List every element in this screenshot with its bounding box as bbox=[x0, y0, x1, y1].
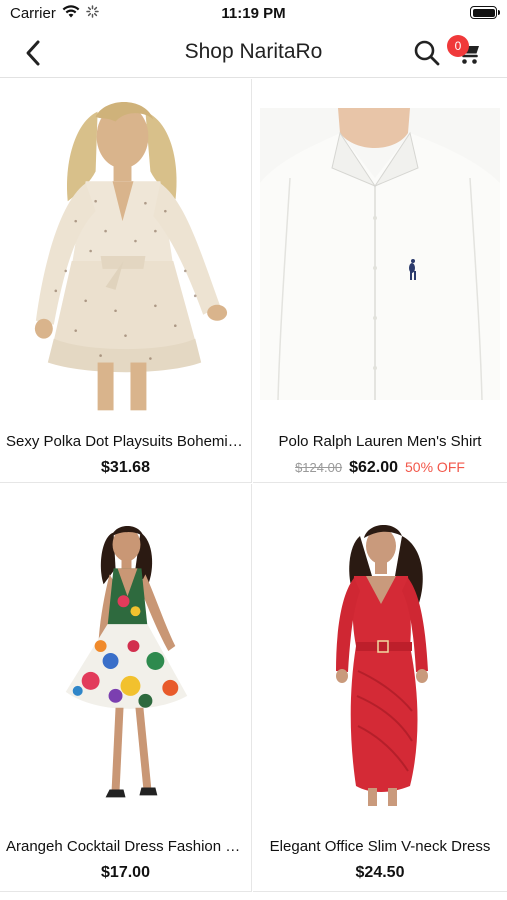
product-image bbox=[6, 87, 245, 415]
status-time: 11:19 PM bbox=[221, 5, 286, 22]
price-row: $24.50 bbox=[253, 864, 507, 882]
product-image bbox=[259, 87, 501, 415]
battery-icon bbox=[470, 6, 500, 19]
product-grid: Sexy Polka Dot Playsuits Bohemia... $31.… bbox=[0, 79, 507, 900]
product-price: $17.00 bbox=[101, 864, 150, 881]
price-row: $17.00 bbox=[0, 864, 251, 882]
cart-button[interactable]: 0 bbox=[447, 35, 485, 69]
product-card[interactable]: Sexy Polka Dot Playsuits Bohemia... $31.… bbox=[0, 79, 252, 483]
product-price: $24.50 bbox=[355, 864, 405, 881]
product-image bbox=[259, 492, 501, 820]
navigation-bar: Shop NaritaRo 0 bbox=[0, 28, 507, 78]
price-row: $124.00 $62.00 50% OFF bbox=[253, 459, 507, 477]
product-card[interactable]: Elegant Office Slim V-neck Dress $24.50 bbox=[253, 484, 507, 892]
status-bar: Carrier 11:19 PM bbox=[0, 0, 507, 28]
product-name: Elegant Office Slim V-neck Dress bbox=[269, 838, 491, 855]
price-row: $31.68 bbox=[0, 459, 251, 477]
product-image bbox=[6, 492, 245, 820]
product-card[interactable]: Arangeh Cocktail Dress Fashion 2... $17.… bbox=[0, 484, 252, 892]
product-price: $31.68 bbox=[101, 459, 150, 476]
discount-label: 50% OFF bbox=[405, 459, 465, 475]
product-name: Arangeh Cocktail Dress Fashion 2... bbox=[6, 838, 245, 855]
product-price: $62.00 bbox=[349, 459, 399, 476]
product-card[interactable]: Polo Ralph Lauren Men's Shirt $124.00 $6… bbox=[253, 79, 507, 483]
cart-count-badge: 0 bbox=[447, 35, 469, 57]
product-name: Polo Ralph Lauren Men's Shirt bbox=[278, 433, 482, 450]
search-icon bbox=[414, 40, 440, 66]
original-price: $124.00 bbox=[295, 460, 343, 475]
search-button[interactable] bbox=[411, 37, 443, 69]
product-name: Sexy Polka Dot Playsuits Bohemia... bbox=[6, 433, 245, 450]
